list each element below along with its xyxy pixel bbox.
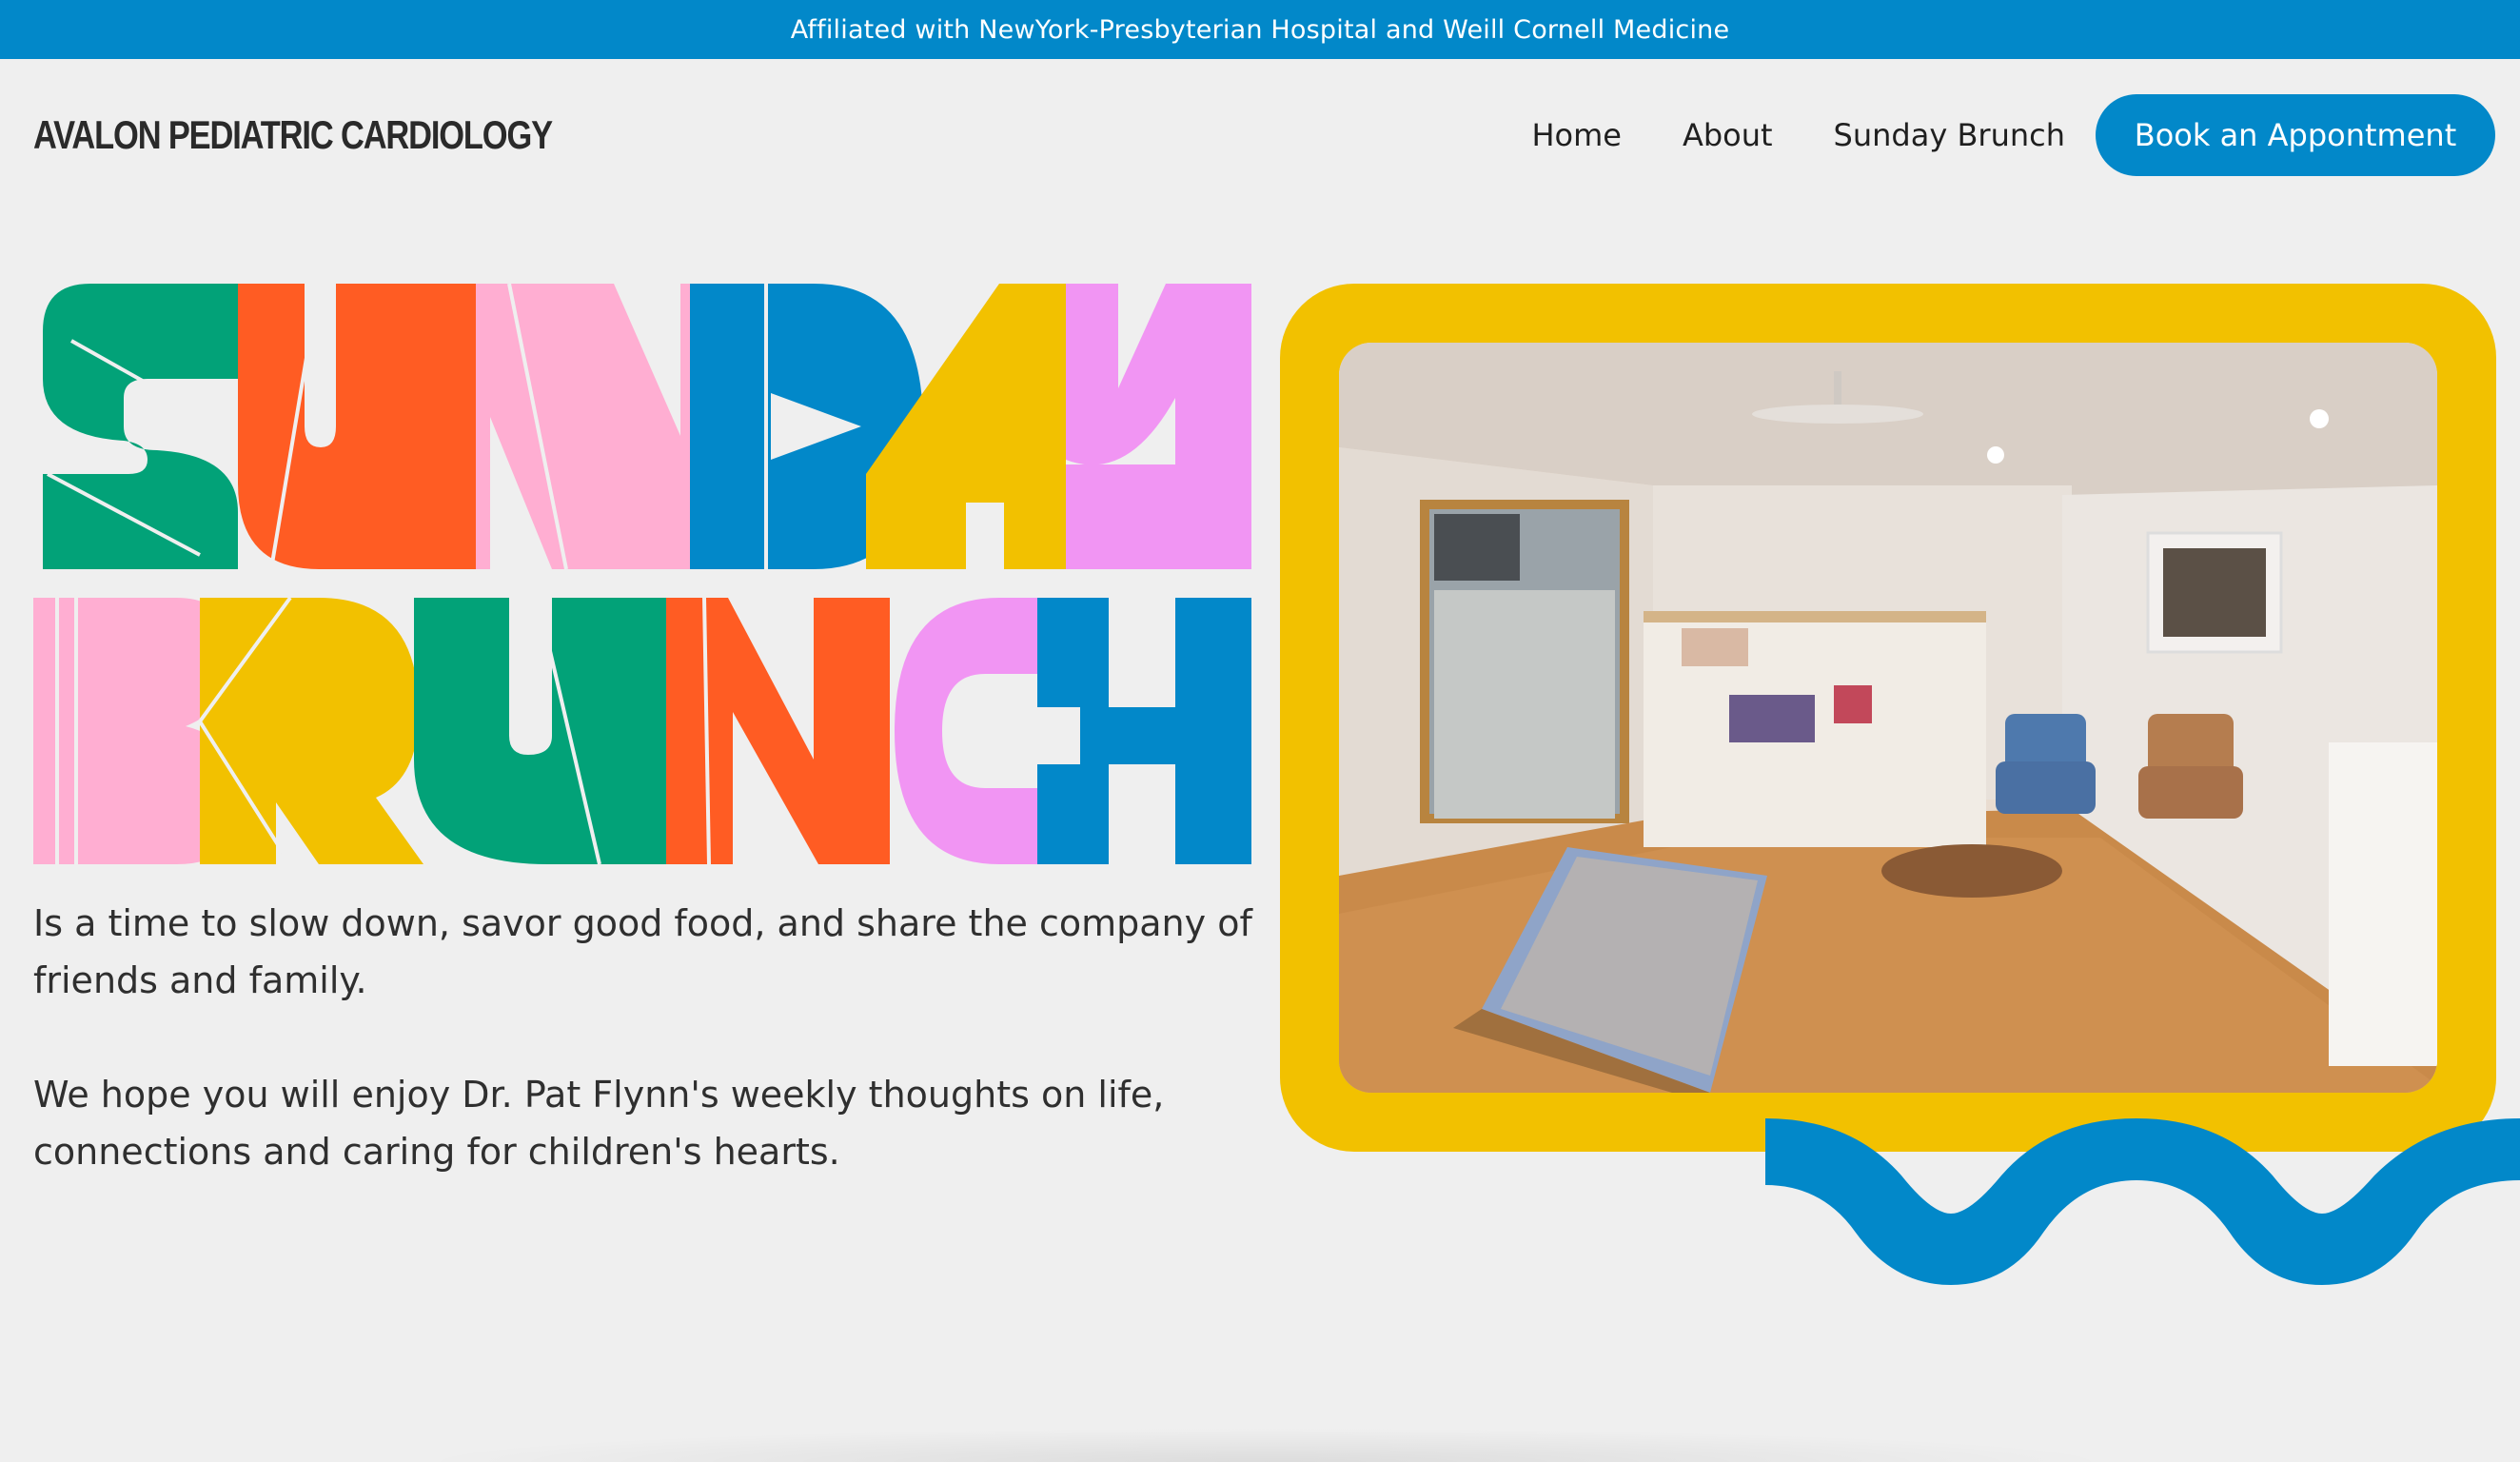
title-line-sunday (43, 284, 1251, 570)
nav-about-link[interactable]: About (1683, 117, 1773, 153)
intro-paragraph-2: We hope you will enjoy Dr. Pat Flynn's w… (33, 1074, 1165, 1173)
waiting-room-illustration (1339, 343, 2437, 1093)
section-divider-shadow (409, 1428, 2122, 1462)
main-nav: Home About Sunday Brunch Book an Appontm… (1531, 94, 2495, 176)
site-logo[interactable]: AVALON PEDIATRIC CARDIOLOGY (33, 112, 553, 158)
affiliation-banner: Affiliated with NewYork-Presbyterian Hos… (0, 0, 2520, 59)
nav-sunday-brunch-link[interactable]: Sunday Brunch (1834, 117, 2065, 153)
title-line-brunch (33, 596, 1251, 866)
intro-text: Is a time to slow down, savor good food,… (33, 895, 1270, 1180)
affiliation-text: Affiliated with NewYork-Presbyterian Hos… (790, 14, 1730, 45)
hero-title (33, 284, 1251, 866)
wave-decoration (1765, 1118, 2520, 1285)
intro-paragraph-1: Is a time to slow down, savor good food,… (33, 902, 1252, 1001)
nav-home-link[interactable]: Home (1531, 117, 1622, 153)
photo-frame (1280, 284, 2496, 1152)
waiting-room-photo (1339, 343, 2437, 1093)
book-appointment-button[interactable]: Book an Appontment (2096, 94, 2495, 176)
